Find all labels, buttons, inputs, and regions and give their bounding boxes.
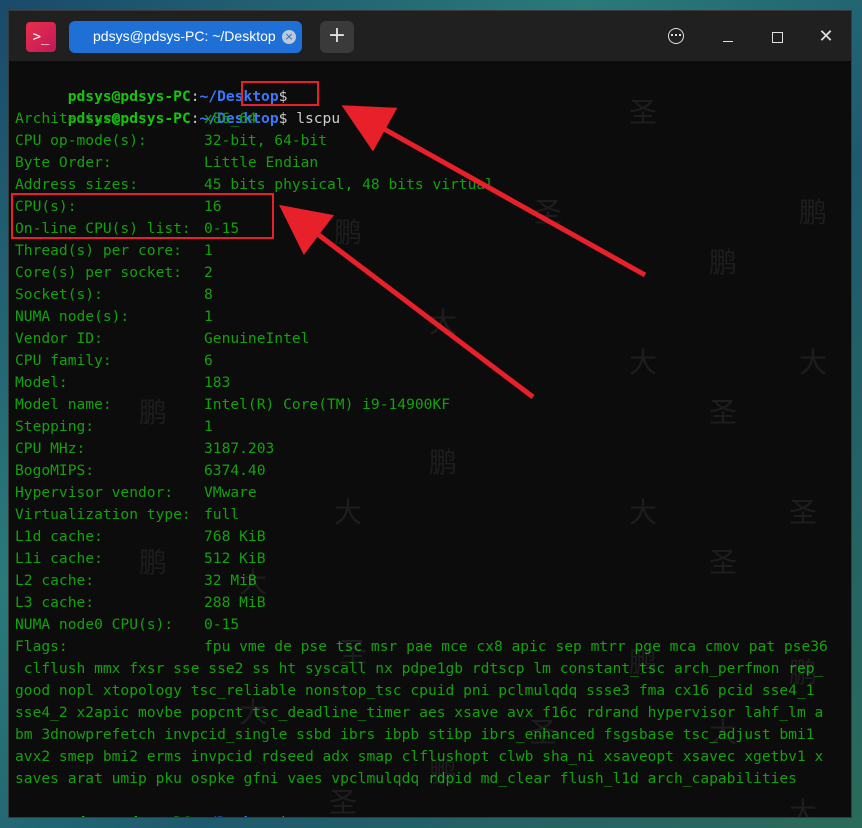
terminal-window: >_ pdsys@pdsys-PC: ~/Desktop × + ✕ pdsys… [8, 10, 852, 818]
arrow-to-cpus [279, 204, 535, 399]
arrow-to-command [341, 105, 647, 278]
annotation-arrows [279, 105, 647, 399]
